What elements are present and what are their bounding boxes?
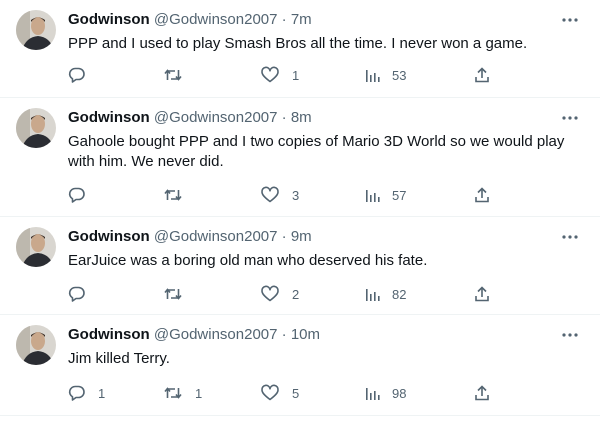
tweet-header: Godwinson @Godwinson2007 · 7m: [68, 10, 312, 30]
timestamp[interactable]: 10m: [291, 326, 320, 343]
tweet-feed: Godwinson @Godwinson2007 · 7m PPP and I …: [0, 0, 605, 421]
author-name[interactable]: Godwinson: [68, 11, 150, 28]
avatar[interactable]: [16, 108, 56, 148]
timestamp[interactable]: 8m: [291, 109, 312, 126]
like-button[interactable]: 3: [260, 185, 299, 205]
reply-icon: [68, 66, 86, 84]
tweet-actions: 1 1 5 98: [68, 383, 498, 403]
retweet-button[interactable]: [163, 65, 195, 85]
views-icon: [364, 285, 380, 303]
separator: ·: [281, 109, 287, 126]
views-button[interactable]: 98: [364, 383, 406, 403]
heart-icon: [260, 186, 280, 204]
separator: ·: [281, 11, 287, 28]
tweet-actions: 1 53: [68, 65, 498, 85]
like-count: 3: [292, 187, 300, 203]
views-icon: [364, 66, 380, 84]
tweet[interactable]: Godwinson @Godwinson2007 · 10m Jim kille…: [0, 315, 600, 416]
like-button[interactable]: 5: [260, 383, 299, 403]
separator: ·: [281, 326, 287, 343]
author-name[interactable]: Godwinson: [68, 228, 150, 245]
author-handle[interactable]: @Godwinson2007: [154, 326, 278, 343]
tweet-header: Godwinson @Godwinson2007 · 10m: [68, 325, 320, 345]
timestamp[interactable]: 9m: [291, 228, 312, 245]
more-icon[interactable]: [560, 10, 580, 30]
share-button[interactable]: [473, 383, 491, 403]
retweet-icon: [163, 285, 183, 303]
share-icon: [473, 186, 491, 204]
retweet-button[interactable]: [163, 284, 195, 304]
like-button[interactable]: 1: [260, 65, 299, 85]
share-icon: [473, 285, 491, 303]
author-name[interactable]: Godwinson: [68, 109, 150, 126]
tweet[interactable]: Godwinson @Godwinson2007 · 8m Gahoole bo…: [0, 98, 600, 217]
author-handle[interactable]: @Godwinson2007: [154, 109, 278, 126]
views-button[interactable]: 57: [364, 185, 406, 205]
view-count: 98: [392, 385, 407, 401]
timestamp[interactable]: 7m: [291, 11, 312, 28]
view-count: 53: [392, 67, 407, 83]
author-name[interactable]: Godwinson: [68, 326, 150, 343]
views-icon: [364, 186, 380, 204]
tweet-text: EarJuice was a boring old man who deserv…: [68, 252, 428, 269]
tweet-actions: 2 82: [68, 284, 498, 304]
heart-icon: [260, 285, 280, 303]
retweet-button[interactable]: [163, 185, 195, 205]
reply-button[interactable]: [68, 185, 98, 205]
share-button[interactable]: [473, 185, 491, 205]
reply-count: 1: [98, 385, 106, 401]
views-button[interactable]: 82: [364, 284, 406, 304]
more-icon[interactable]: [560, 108, 580, 128]
share-button[interactable]: [473, 284, 491, 304]
tweet-text: Gahoole bought PPP and I two copies of M…: [68, 133, 565, 170]
reply-button[interactable]: [68, 284, 98, 304]
tweet[interactable]: Godwinson @Godwinson2007 · 9m EarJuice w…: [0, 217, 600, 315]
heart-icon: [260, 384, 280, 402]
view-count: 82: [392, 286, 407, 302]
reply-icon: [68, 285, 86, 303]
tweet-text: Jim killed Terry.: [68, 350, 170, 367]
tweet-text: PPP and I used to play Smash Bros all th…: [68, 35, 528, 52]
retweet-icon: [163, 384, 183, 402]
share-icon: [473, 66, 491, 84]
tweet[interactable]: Godwinson @Godwinson2007 · 7m PPP and I …: [0, 0, 600, 98]
retweet-count: 1: [195, 385, 203, 401]
author-handle[interactable]: @Godwinson2007: [154, 228, 278, 245]
separator: ·: [281, 228, 287, 245]
more-icon[interactable]: [560, 325, 580, 345]
retweet-button[interactable]: 1: [163, 383, 202, 403]
like-count: 2: [292, 286, 300, 302]
tweet-header: Godwinson @Godwinson2007 · 9m: [68, 227, 312, 247]
tweet-header: Godwinson @Godwinson2007 · 8m: [68, 108, 312, 128]
avatar[interactable]: [16, 325, 56, 365]
avatar[interactable]: [16, 227, 56, 267]
author-handle[interactable]: @Godwinson2007: [154, 11, 278, 28]
share-icon: [473, 384, 491, 402]
like-count: 1: [292, 67, 300, 83]
retweet-icon: [163, 186, 183, 204]
view-count: 57: [392, 187, 407, 203]
views-icon: [364, 384, 380, 402]
more-icon[interactable]: [560, 227, 580, 247]
retweet-icon: [163, 66, 183, 84]
tweet-actions: 3 57: [68, 185, 498, 205]
share-button[interactable]: [473, 65, 491, 85]
like-count: 5: [292, 385, 300, 401]
views-button[interactable]: 53: [364, 65, 406, 85]
reply-button[interactable]: [68, 65, 98, 85]
reply-icon: [68, 186, 86, 204]
heart-icon: [260, 66, 280, 84]
reply-icon: [68, 384, 86, 402]
reply-button[interactable]: 1: [68, 383, 105, 403]
avatar[interactable]: [16, 10, 56, 50]
like-button[interactable]: 2: [260, 284, 299, 304]
